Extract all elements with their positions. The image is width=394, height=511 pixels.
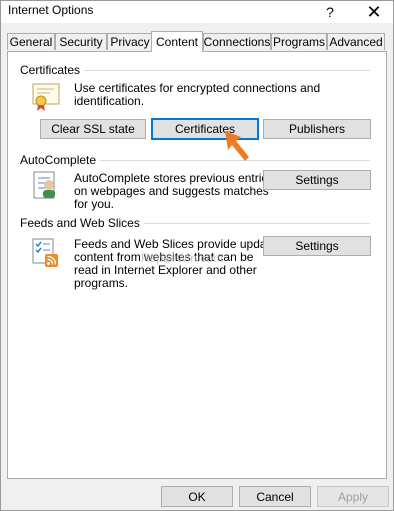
autocomplete-heading: AutoComplete — [20, 153, 101, 167]
ok-button[interactable]: OK — [161, 486, 233, 507]
help-button[interactable]: ? — [315, 1, 345, 23]
tab-connections[interactable]: Connections — [203, 33, 271, 50]
tab-security[interactable]: Security — [55, 33, 107, 50]
feeds-divider — [130, 223, 370, 224]
tab-advanced[interactable]: Advanced — [327, 33, 385, 50]
certificates-description: Use certificates for encrypted connectio… — [74, 81, 321, 108]
title-bar: Internet Options ? ✕ — [1, 1, 393, 23]
certificates-heading: Certificates — [20, 63, 85, 77]
autocomplete-line-3: for you. — [74, 197, 115, 211]
clear-ssl-state-button[interactable]: Clear SSL state — [40, 119, 146, 139]
feeds-settings-button[interactable]: Settings — [263, 236, 371, 256]
close-button[interactable]: ✕ — [359, 1, 389, 23]
tab-content[interactable]: Content — [151, 31, 203, 52]
internet-options-window: Internet Options ? ✕ General Security Pr… — [0, 0, 394, 511]
publishers-button[interactable]: Publishers — [263, 119, 371, 139]
apply-button[interactable]: Apply — [317, 486, 389, 507]
pointer-arrow-icon — [225, 131, 249, 161]
feeds-heading: Feeds and Web Slices — [20, 216, 144, 230]
feed-icon — [32, 238, 58, 267]
feeds-line-4: programs. — [74, 276, 129, 290]
cancel-button[interactable]: Cancel — [239, 486, 311, 507]
content-panel: Certificates Use certificates for encryp… — [7, 51, 387, 479]
window-title: Internet Options — [8, 3, 94, 17]
tab-privacy[interactable]: Privacy — [107, 33, 153, 50]
autocomplete-settings-button[interactable]: Settings — [263, 170, 371, 190]
autocomplete-form-icon — [33, 171, 55, 199]
watermark-text: RepairWin.com — [141, 251, 224, 265]
tab-programs[interactable]: Programs — [271, 33, 327, 50]
tab-general[interactable]: General — [7, 33, 55, 50]
certificates-divider — [80, 70, 370, 71]
certificate-icon — [32, 83, 60, 111]
